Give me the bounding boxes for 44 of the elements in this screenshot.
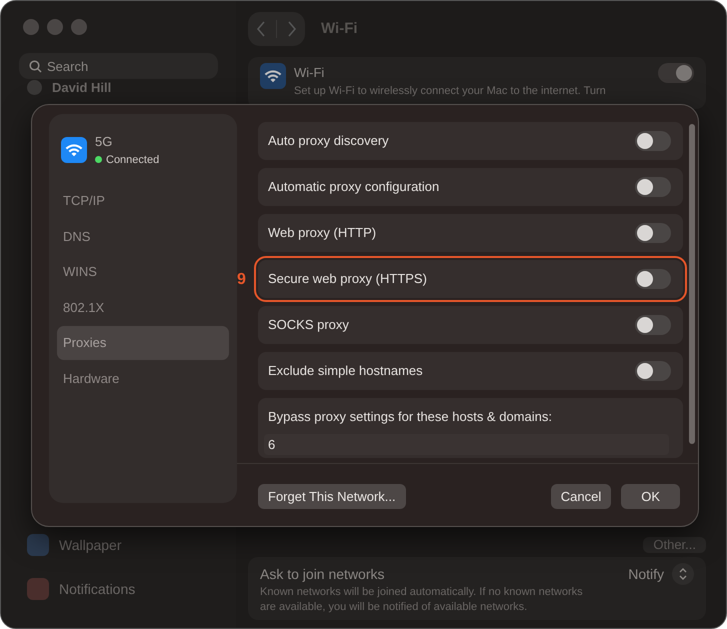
proxy-label: Web proxy (HTTP) — [268, 224, 376, 242]
toggle-switch[interactable] — [635, 315, 671, 335]
sidebar-tab[interactable]: DNS — [57, 220, 229, 253]
notify-dropdown[interactable]: Notify — [628, 563, 694, 586]
proxy-label: Exclude simple hostnames — [268, 362, 423, 380]
toggle-switch[interactable] — [635, 177, 671, 197]
sidebar-tab[interactable]: TCP/IP — [57, 184, 229, 218]
sidebar-item[interactable]: Notifications — [59, 578, 136, 600]
wifi-icon — [260, 63, 286, 89]
status-text: Connected — [106, 152, 160, 168]
network-name: 5G — [95, 133, 114, 151]
annotation-number: 9 — [237, 270, 246, 290]
toggle-switch[interactable] — [635, 223, 671, 243]
proxy-label: SOCKS proxy — [268, 316, 349, 334]
scrollbar[interactable] — [689, 124, 695, 444]
search-icon — [29, 60, 42, 73]
forget-network-button[interactable]: Forget This Network... — [258, 484, 406, 509]
toggle-switch[interactable] — [635, 361, 671, 381]
user-name[interactable]: David Hill — [52, 80, 112, 95]
toggle-switch[interactable] — [635, 131, 671, 151]
toggle-switch[interactable] — [635, 269, 671, 289]
sidebar-tab[interactable]: 802.1X — [57, 290, 229, 324]
proxy-label: Secure web proxy (HTTPS) — [268, 270, 427, 288]
sidebar-tab[interactable]: Hardware — [57, 362, 229, 395]
search-field[interactable]: Search — [19, 53, 218, 79]
sidebar-tab[interactable]: WINS — [57, 255, 229, 288]
proxy-label: Auto proxy discovery — [268, 132, 389, 150]
proxy-label: Automatic proxy configuration — [268, 178, 440, 196]
wifi-description: Set up Wi-Fi to wirelessly connect your Mac to the internet. Turn — [294, 84, 607, 98]
avatar-icon — [27, 80, 42, 95]
wifi-title: Wi-Fi — [294, 64, 326, 82]
cancel-button[interactable]: Cancel — [550, 484, 612, 509]
bypass-field[interactable]: 6 — [264, 434, 669, 455]
other-button[interactable]: Other... — [643, 537, 706, 554]
wifi-icon — [61, 137, 87, 163]
chevron-icon — [672, 563, 694, 586]
sidebar-tab[interactable]: Proxies — [57, 326, 229, 360]
setting-description: Known networks will be joined automatically. If no known networks are available, you will be notified of available networks. — [260, 585, 584, 614]
setting-label: Ask to join networks — [260, 564, 384, 584]
window-title: Wi-Fi — [321, 18, 358, 39]
wifi-toggle[interactable] — [658, 63, 694, 83]
sidebar-item[interactable]: Wallpaper — [59, 534, 122, 556]
ok-button[interactable]: OK — [621, 484, 680, 509]
bypass-label: Bypass proxy settings for these hosts & domains: — [268, 408, 553, 426]
